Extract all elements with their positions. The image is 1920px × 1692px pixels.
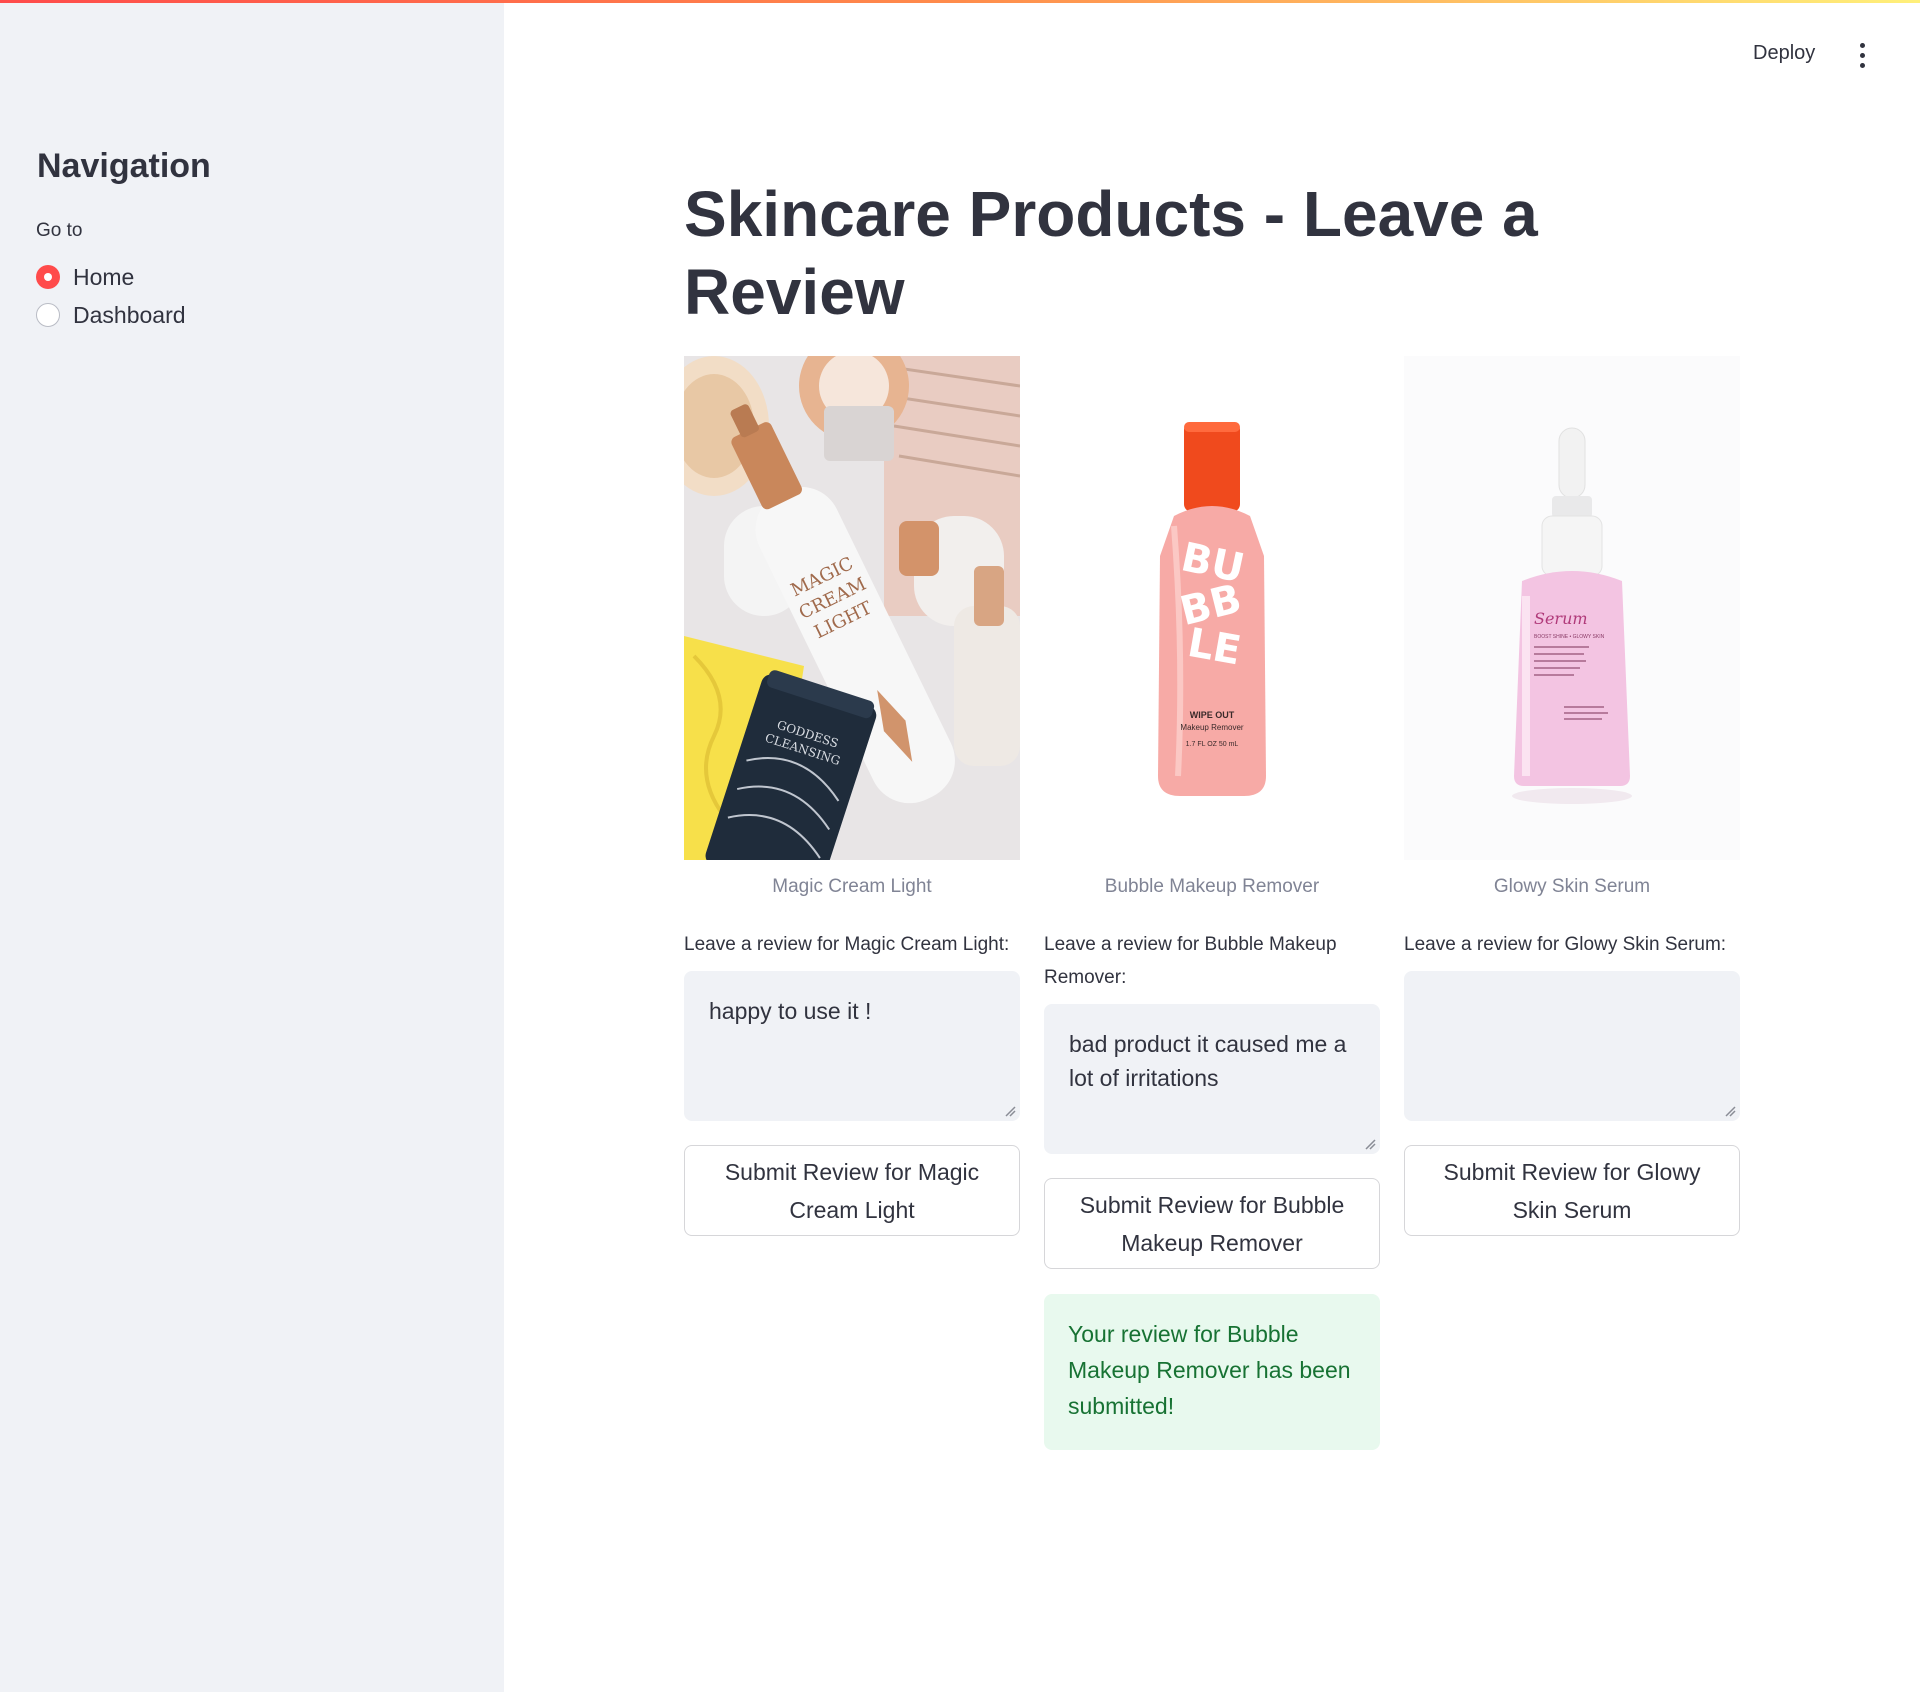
- success-alert: Your review for Bubble Makeup Remover ha…: [1044, 1294, 1380, 1450]
- page-title: Skincare Products - Leave a Review: [684, 178, 1538, 328]
- svg-text:Serum: Serum: [1534, 609, 1588, 628]
- submit-review-button[interactable]: Submit Review for Glowy Skin Serum: [1404, 1145, 1740, 1236]
- product-caption: Magic Cream Light: [772, 876, 932, 897]
- sidebar: Navigation Go to Home Dashboard: [0, 0, 504, 1692]
- submit-review-button[interactable]: Submit Review for Bubble Makeup Remover: [1044, 1178, 1380, 1269]
- svg-text:BOOST SHINE • GLOWY SKIN: BOOST SHINE • GLOWY SKIN: [1534, 634, 1605, 640]
- radio-unselected-icon[interactable]: [36, 303, 60, 327]
- review-textarea[interactable]: bad product it caused me a lot of irrita…: [1044, 1004, 1380, 1154]
- review-text: bad product it caused me a lot of irrita…: [1069, 1031, 1347, 1091]
- review-text: happy to use it !: [709, 998, 872, 1024]
- product-column-magic-cream: MAGIC CREAM LIGHT GODDESS CLEANSING Magi…: [684, 356, 1020, 1236]
- review-textarea[interactable]: [1404, 971, 1740, 1121]
- product-column-bubble: BU BB LE WIPE OUT Makeup Remover 1.7 FL …: [1044, 356, 1380, 1450]
- radio-option-dashboard[interactable]: Dashboard: [36, 300, 186, 330]
- radio-label-home: Home: [73, 263, 135, 290]
- resize-handle-icon[interactable]: [1004, 1105, 1016, 1117]
- submit-review-button[interactable]: Submit Review for Magic Cream Light: [684, 1145, 1020, 1236]
- review-label: Leave a review for Glowy Skin Serum:: [1404, 934, 1727, 955]
- review-label: Leave a review for Bubble Makeup Remover…: [1044, 934, 1337, 988]
- product-image-bubble: BU BB LE WIPE OUT Makeup Remover 1.7 FL …: [1044, 356, 1380, 860]
- product-image-glowy-serum: Serum BOOST SHINE • GLOWY SKIN: [1404, 356, 1740, 860]
- review-label: Leave a review for Magic Cream Light:: [684, 934, 1010, 955]
- product-caption: Bubble Makeup Remover: [1104, 876, 1320, 897]
- product-caption: Glowy Skin Serum: [1493, 876, 1651, 897]
- radio-option-home[interactable]: Home: [36, 262, 134, 292]
- goto-label: Go to: [36, 220, 83, 241]
- product-image-magic-cream: MAGIC CREAM LIGHT GODDESS CLEANSING: [684, 356, 1020, 860]
- resize-handle-icon[interactable]: [1724, 1105, 1736, 1117]
- product-column-glowy-serum: Serum BOOST SHINE • GLOWY SKIN Glowy Ski…: [1404, 356, 1740, 1236]
- resize-handle-icon[interactable]: [1364, 1138, 1376, 1150]
- svg-text:1.7 FL OZ 50 mL: 1.7 FL OZ 50 mL: [1186, 741, 1239, 748]
- radio-label-dashboard: Dashboard: [73, 301, 186, 328]
- svg-text:Makeup Remover: Makeup Remover: [1180, 723, 1243, 732]
- top-decoration-bar: [0, 0, 1920, 3]
- deploy-button[interactable]: Deploy: [1745, 38, 1823, 69]
- svg-text:WIPE OUT: WIPE OUT: [1190, 710, 1235, 720]
- svg-text:LE: LE: [1184, 620, 1244, 674]
- sidebar-title: Navigation: [37, 147, 211, 185]
- review-textarea[interactable]: happy to use it !: [684, 971, 1020, 1121]
- kebab-menu-icon[interactable]: [1852, 40, 1872, 70]
- radio-selected-icon[interactable]: [36, 265, 60, 289]
